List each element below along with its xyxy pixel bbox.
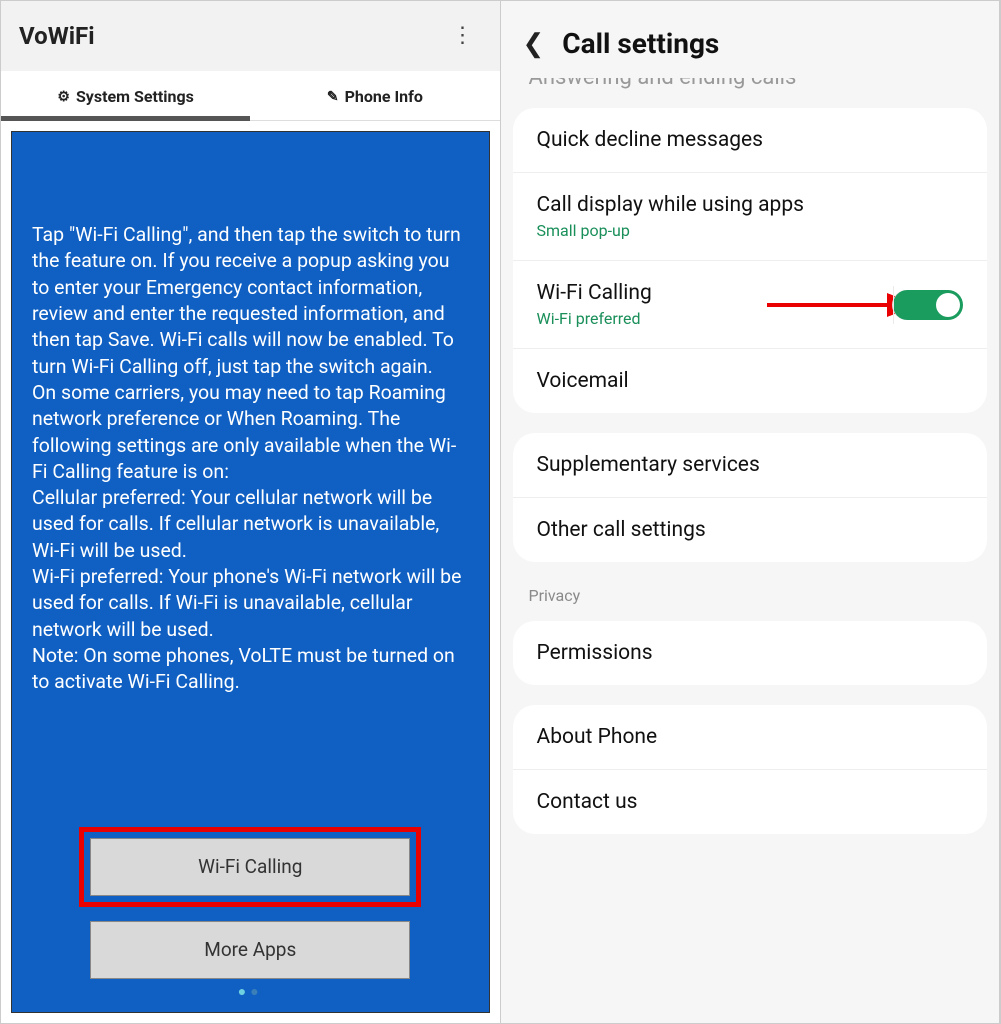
row-subtext: Small pop-up — [537, 221, 804, 240]
wifi-calling-toggle[interactable] — [892, 290, 963, 320]
signal-icon: ✎ — [327, 89, 339, 105]
tab-bar: ⚙ System Settings ✎ Phone Info — [1, 71, 500, 121]
content-wrap: Tap "Wi-Fi Calling", and then tap the sw… — [1, 121, 500, 1023]
row-voicemail[interactable]: Voicemail — [513, 349, 988, 413]
left-pane-vowifi-app: VoWiFi ⋮ ⚙ System Settings ✎ Phone Info … — [1, 1, 501, 1023]
settings-card-privacy: Permissions — [513, 621, 988, 685]
page-indicator: ●● — [32, 983, 469, 1002]
section-label-privacy: Privacy — [501, 572, 1000, 611]
overflow-menu-icon[interactable]: ⋮ — [444, 21, 482, 51]
toggle-knob — [936, 293, 960, 317]
settings-card-1: Quick decline messages Call display whil… — [513, 108, 988, 413]
more-apps-button[interactable]: More Apps — [90, 921, 410, 979]
tab-label: Phone Info — [345, 87, 423, 106]
highlight-annotation: Wi-Fi Calling — [79, 827, 421, 907]
page-title: Call settings — [562, 27, 719, 60]
left-app-header: VoWiFi ⋮ — [1, 1, 500, 71]
row-call-display[interactable]: Call display while using apps Small pop-… — [513, 173, 988, 261]
back-icon[interactable]: ❮ — [523, 29, 545, 59]
row-subtext: Wi-Fi preferred — [537, 309, 652, 328]
row-supplementary[interactable]: Supplementary services — [513, 433, 988, 498]
app-title: VoWiFi — [19, 22, 95, 50]
instruction-panel: Tap "Wi-Fi Calling", and then tap the sw… — [11, 131, 490, 1013]
row-other-settings[interactable]: Other call settings — [513, 498, 988, 562]
page-dot-inactive: ● — [250, 984, 262, 1000]
tab-label: System Settings — [76, 87, 194, 106]
settings-header: ❮ Call settings — [501, 1, 1000, 82]
settings-card-2: Supplementary services Other call settin… — [513, 433, 988, 562]
partial-row-clip: Answering and ending calls — [501, 78, 1000, 98]
wifi-calling-button[interactable]: Wi-Fi Calling — [90, 838, 410, 896]
instruction-text: Tap "Wi-Fi Calling", and then tap the sw… — [32, 222, 469, 696]
row-wifi-calling[interactable]: Wi-Fi Calling Wi-Fi preferred — [513, 261, 988, 349]
row-quick-decline[interactable]: Quick decline messages — [513, 108, 988, 173]
tab-phone-info[interactable]: ✎ Phone Info — [250, 71, 499, 120]
tab-system-settings[interactable]: ⚙ System Settings — [1, 71, 250, 120]
button-stack: Wi-Fi Calling More Apps — [32, 827, 469, 979]
settings-card-about: About Phone Contact us — [513, 705, 988, 834]
row-contact-us[interactable]: Contact us — [513, 770, 988, 834]
right-pane-call-settings: ❮ Call settings Answering and ending cal… — [501, 1, 1001, 1023]
row-permissions[interactable]: Permissions — [513, 621, 988, 685]
gear-icon: ⚙ — [57, 89, 70, 105]
page-dot-active: ● — [238, 984, 250, 1000]
row-about-phone[interactable]: About Phone — [513, 705, 988, 770]
